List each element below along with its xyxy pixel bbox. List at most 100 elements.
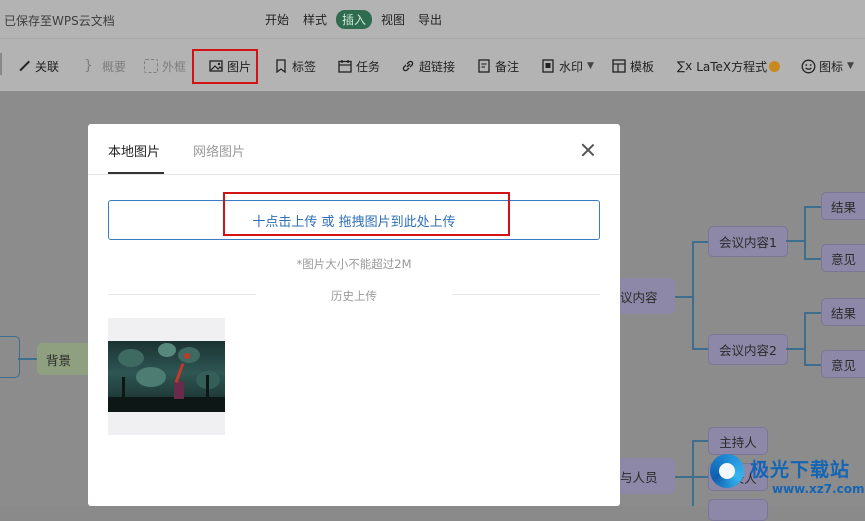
menu-start[interactable]: 开始 — [265, 11, 289, 28]
node-label: 意见 — [831, 251, 857, 267]
top-bar: 已保存至WPS云文档 开始 样式 插入 视图 导出 — [0, 0, 865, 38]
calendar-icon — [338, 59, 352, 73]
summary-brace-icon: } — [84, 58, 93, 74]
node-label: 主持人 — [719, 434, 757, 450]
task-button[interactable]: 任务 — [338, 58, 380, 74]
history-divider: 历史上传 — [108, 288, 600, 303]
aurora-logo-icon — [710, 454, 744, 488]
summary-label: 概要 — [102, 59, 127, 74]
tag-button[interactable]: 标签 — [274, 58, 316, 74]
thumbnail-image — [108, 341, 225, 412]
connector — [804, 258, 821, 260]
watermark-label: 水印 — [559, 59, 584, 74]
mindmap-node-content-1[interactable]: 会议内容1 — [708, 226, 788, 257]
hyperlink-button[interactable]: 超链接 — [401, 58, 455, 74]
frame-button[interactable]: 外框 — [144, 58, 186, 74]
connector — [786, 348, 804, 350]
link-button[interactable]: 关联 — [17, 58, 59, 74]
connector — [804, 364, 821, 366]
icon-dropdown-icon[interactable]: ▼ — [847, 61, 854, 71]
connector — [692, 241, 708, 243]
node-label: 会议内容1 — [719, 235, 777, 250]
node-label: 意见 — [831, 357, 857, 373]
connector — [804, 206, 806, 259]
menu-insert[interactable]: 插入 — [336, 10, 373, 29]
insert-image-dialog: 本地图片 网络图片 十点击上传 或 拖拽图片到此处上传 *图片大小不能超过2M … — [88, 124, 620, 506]
size-hint: *图片大小不能超过2M — [296, 257, 412, 271]
active-tab-indicator — [108, 172, 164, 174]
watermark-button[interactable]: 水印 ▼ — [541, 58, 594, 74]
mindmap-node-partial[interactable] — [708, 499, 768, 521]
mindmap-node-background[interactable]: 背景 — [37, 343, 95, 375]
connector — [692, 241, 694, 349]
connector — [692, 440, 694, 506]
latex-button[interactable]: ∑x LaTeX方程式 — [677, 58, 781, 74]
node-label: 结果 — [831, 199, 857, 215]
close-icon[interactable] — [580, 142, 596, 158]
image-button-highlight — [192, 49, 258, 84]
link-label: 关联 — [35, 59, 60, 74]
connector — [692, 476, 708, 478]
connector — [804, 206, 821, 208]
latex-label: LaTeX方程式 — [696, 59, 768, 74]
menu-export[interactable]: 导出 — [418, 11, 442, 28]
latex-icon: ∑x — [677, 59, 693, 73]
icon-label: 图标 — [819, 59, 844, 74]
frame-label: 外框 — [162, 59, 187, 74]
note-label: 备注 — [495, 59, 520, 74]
summary-button[interactable]: } 概要 — [84, 58, 126, 74]
vip-coin-icon — [769, 60, 781, 72]
mindmap-node-content-2[interactable]: 会议内容2 — [708, 334, 788, 365]
template-icon — [612, 59, 626, 73]
template-button[interactable]: 模板 — [612, 58, 654, 74]
node-label: 与人员 — [620, 469, 658, 485]
root-node-fragment[interactable] — [0, 336, 20, 378]
site-watermark: 极光下载站 www.xz7.com — [710, 452, 865, 502]
connector — [18, 358, 38, 360]
node-label: 结果 — [831, 305, 857, 321]
connector — [804, 312, 821, 314]
smiley-icon — [801, 59, 816, 74]
tag-icon — [274, 59, 288, 74]
tab-local-image[interactable]: 本地图片 — [108, 141, 160, 160]
tab-web-image[interactable]: 网络图片 — [193, 141, 245, 160]
watermark-icon — [541, 59, 555, 73]
hyperlink-label: 超链接 — [419, 59, 456, 74]
history-label: 历史上传 — [331, 289, 377, 303]
divider-line — [452, 294, 600, 295]
menu-view[interactable]: 视图 — [381, 11, 405, 28]
menu-style[interactable]: 样式 — [303, 11, 327, 28]
template-label: 模板 — [630, 59, 655, 74]
mindmap-leaf-opinion-1[interactable]: 意见 — [821, 244, 865, 272]
toolbar-divider — [0, 53, 2, 75]
icon-button[interactable]: 图标 ▼ — [801, 58, 854, 74]
insert-toolbar: 关联 } 概要 外框 图片 标签 任务 超链接 备注 水印 ▼ 模板 ∑x La… — [0, 38, 865, 92]
upload-highlight — [223, 192, 510, 236]
node-label: 议内容 — [620, 289, 658, 305]
mindmap-leaf-result-2[interactable]: 结果 — [821, 298, 865, 326]
save-status: 已保存至WPS云文档 — [4, 14, 115, 28]
node-label: 背景 — [46, 352, 72, 368]
tabs-divider — [88, 174, 620, 175]
connector — [692, 440, 708, 442]
mindmap-node-host[interactable]: 主持人 — [708, 427, 768, 455]
connector — [692, 348, 708, 350]
note-button[interactable]: 备注 — [477, 58, 519, 74]
mindmap-leaf-result-1[interactable]: 结果 — [821, 192, 865, 220]
connector — [675, 476, 692, 478]
mindmap-leaf-opinion-2[interactable]: 意见 — [821, 350, 865, 378]
connector — [675, 296, 692, 298]
watermark-dropdown-icon[interactable]: ▼ — [587, 61, 594, 71]
node-label: 会议内容2 — [719, 343, 777, 358]
connector — [804, 312, 806, 365]
tag-label: 标签 — [292, 59, 317, 74]
watermark-title: 极光下载站 — [750, 459, 851, 481]
link-line-icon — [17, 59, 31, 73]
frame-icon — [144, 59, 158, 73]
hyperlink-icon — [401, 59, 415, 73]
connector — [786, 240, 804, 242]
note-icon — [477, 59, 491, 73]
history-image-thumbnail[interactable] — [108, 318, 225, 435]
task-label: 任务 — [356, 59, 381, 74]
watermark-url: www.xz7.com — [772, 482, 865, 496]
